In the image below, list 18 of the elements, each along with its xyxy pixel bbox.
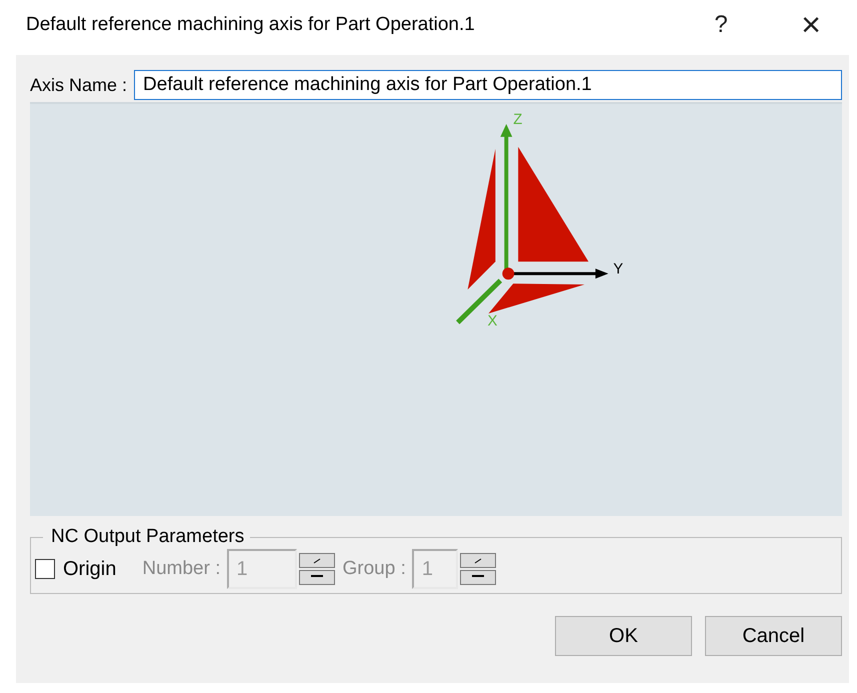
spin-down-icon[interactable] [298,570,334,585]
group-title: NC Output Parameters [50,526,246,548]
axis-name-label: Axis Name : [30,74,128,96]
dialog-button[interactable]: Cancel [705,616,842,656]
axis-label: Y [613,262,624,278]
spin-down-icon[interactable] [460,570,496,585]
axis-name-field[interactable]: Default reference machining axis for Part Operation.1 [134,70,842,100]
help-button[interactable]: ? [691,3,751,47]
window-title: Default reference machining axis for Part Operation.1 [26,14,476,36]
axis-label: Z [513,112,522,128]
origin-checkbox[interactable] [35,559,55,579]
field-label: Group : [342,558,406,580]
dialog-button[interactable]: OK [555,616,692,656]
field-label: Number : [142,558,220,580]
close-button[interactable]: × [781,3,841,47]
axis-label: X [488,313,498,330]
origin-label: Origin [63,558,116,580]
origin-dot [502,268,514,280]
